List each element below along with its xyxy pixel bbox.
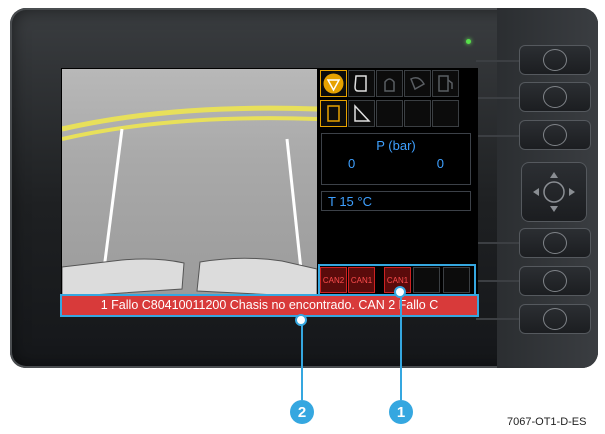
camera-scene-icon xyxy=(62,105,317,297)
ring-icon xyxy=(543,270,567,292)
softkey-5-button[interactable] xyxy=(519,266,591,296)
pressure-readout: P (bar) 0 0 xyxy=(321,133,471,185)
status-highlight-frame xyxy=(60,294,479,317)
button-connector xyxy=(476,242,520,244)
callout-1-anchor xyxy=(394,286,406,298)
empty-slot xyxy=(404,100,431,127)
softkey-2-button[interactable] xyxy=(519,82,591,112)
callout-1-leader xyxy=(400,292,402,400)
pressure-left-value: 0 xyxy=(348,156,356,171)
button-connector xyxy=(476,135,520,137)
softkey-4-button[interactable] xyxy=(519,228,591,258)
callout-2-leader xyxy=(301,320,303,400)
softkey-3-button[interactable] xyxy=(519,120,591,150)
ring-icon xyxy=(543,124,567,146)
fuel-icon[interactable] xyxy=(432,70,459,97)
dpad-arrows-icon xyxy=(533,172,575,212)
softkey-1-button[interactable] xyxy=(519,45,591,75)
warning-triangle-icon[interactable] xyxy=(320,70,347,97)
callout-1: 1 xyxy=(389,400,413,424)
ring-icon xyxy=(543,308,567,330)
button-connector xyxy=(476,60,520,62)
beacon-icon[interactable] xyxy=(376,70,403,97)
empty-slot xyxy=(376,100,403,127)
pressure-label: P (bar) xyxy=(376,138,416,153)
button-connector xyxy=(476,318,520,320)
temperature-readout: T 15 °C xyxy=(321,191,471,211)
rear-camera-view xyxy=(62,69,317,297)
button-connector xyxy=(476,280,520,282)
navigation-dpad[interactable] xyxy=(521,162,587,222)
empty-slot xyxy=(432,100,459,127)
callout-2-anchor xyxy=(295,314,307,326)
door-icon[interactable] xyxy=(320,100,347,127)
ramp-icon[interactable] xyxy=(348,100,375,127)
softkey-6-button[interactable] xyxy=(519,304,591,334)
button-connector xyxy=(476,97,520,99)
ring-icon xyxy=(543,49,567,71)
ring-icon xyxy=(543,86,567,108)
worklight-icon[interactable] xyxy=(404,70,431,97)
callout-2: 2 xyxy=(290,400,314,424)
figure-code: 7067-OT1-D-ES xyxy=(507,416,587,428)
trailer-icon[interactable] xyxy=(348,70,375,97)
status-led xyxy=(466,39,471,44)
temperature-label: T 15 °C xyxy=(328,194,372,209)
pressure-right-value: 0 xyxy=(436,156,444,171)
ring-icon xyxy=(543,232,567,254)
